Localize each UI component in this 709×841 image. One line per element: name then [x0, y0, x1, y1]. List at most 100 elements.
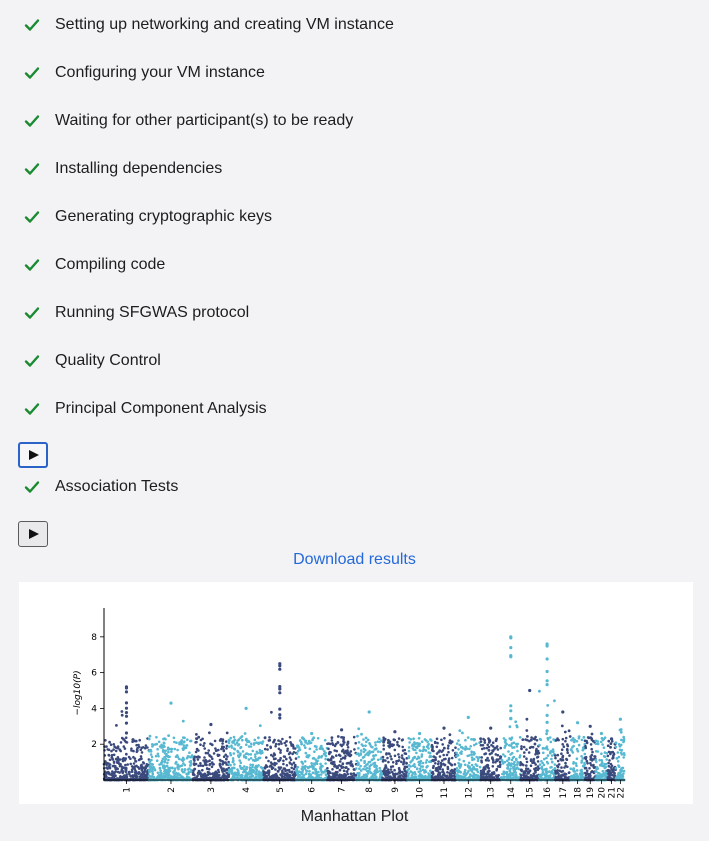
data-point: [361, 744, 365, 748]
data-point: [332, 756, 335, 759]
data-point: [156, 752, 160, 756]
data-point: [554, 754, 557, 757]
data-point: [439, 775, 443, 779]
data-point: [530, 738, 533, 742]
play-button-pca[interactable]: [18, 442, 48, 468]
data-point: [409, 761, 412, 764]
data-point: [190, 755, 193, 758]
data-point: [385, 769, 388, 773]
data-point: [266, 748, 269, 751]
data-point: [546, 704, 550, 707]
x-tick-label: 4: [242, 787, 252, 793]
data-point: [268, 736, 271, 739]
data-point: [475, 764, 479, 767]
data-point: [359, 749, 363, 752]
data-point: [386, 756, 389, 760]
data-point: [201, 768, 204, 772]
data-point: [548, 736, 552, 739]
data-point: [347, 775, 351, 779]
data-point: [181, 776, 184, 779]
data-point: [154, 754, 158, 758]
step-label: Installing dependencies: [55, 160, 223, 177]
data-point: [354, 741, 358, 745]
data-point: [311, 757, 315, 760]
data-point: [280, 774, 284, 777]
data-point: [327, 758, 331, 762]
data-point: [486, 743, 490, 747]
data-point: [378, 737, 381, 740]
data-point: [323, 738, 327, 742]
step-label: Compiling code: [55, 256, 166, 273]
data-point: [193, 759, 196, 762]
data-point: [450, 756, 454, 760]
data-point: [288, 736, 292, 739]
data-point: [542, 751, 545, 755]
play-button-association[interactable]: [18, 521, 48, 547]
data-point: [568, 735, 572, 738]
data-point: [168, 768, 171, 772]
data-point: [299, 771, 303, 774]
data-point: [307, 766, 310, 770]
data-point: [245, 752, 249, 755]
data-point: [278, 687, 282, 691]
data-point: [201, 764, 205, 768]
data-point: [357, 741, 361, 744]
data-point: [284, 744, 288, 747]
data-point: [281, 737, 284, 741]
data-point: [575, 757, 579, 760]
data-point: [213, 739, 217, 743]
data-point: [180, 769, 184, 772]
data-point: [486, 763, 490, 767]
data-point: [197, 764, 200, 768]
data-point: [121, 758, 124, 761]
data-point: [350, 772, 353, 776]
data-point: [147, 774, 151, 777]
data-point: [320, 755, 323, 759]
data-point: [282, 759, 285, 763]
data-point: [527, 772, 530, 775]
data-point: [621, 774, 624, 777]
data-point: [124, 763, 127, 767]
data-point: [564, 761, 567, 765]
data-point: [319, 773, 323, 776]
data-point: [359, 758, 363, 762]
data-point: [508, 774, 512, 778]
data-point: [227, 745, 231, 748]
data-point: [542, 763, 546, 767]
data-point: [607, 761, 610, 765]
data-point: [534, 753, 537, 756]
download-results-link[interactable]: Download results: [0, 551, 709, 569]
x-tick-label: 5: [276, 787, 286, 793]
data-point: [211, 775, 215, 779]
data-point: [538, 743, 541, 747]
data-point: [547, 774, 551, 778]
data-point: [434, 762, 437, 765]
data-point: [583, 742, 587, 746]
data-point: [419, 769, 423, 773]
data-point: [294, 757, 298, 760]
data-point: [505, 775, 509, 779]
data-point: [401, 749, 405, 752]
data-point: [295, 767, 298, 771]
data-point: [293, 747, 297, 750]
data-point: [400, 738, 404, 742]
data-point: [104, 773, 107, 776]
data-point: [195, 748, 199, 751]
data-point: [525, 757, 528, 760]
data-point: [263, 736, 267, 740]
data-point: [600, 773, 604, 776]
data-point: [158, 766, 162, 770]
data-point: [549, 766, 552, 769]
data-point: [611, 773, 614, 777]
data-point: [234, 743, 237, 746]
data-point: [339, 754, 342, 758]
data-point: [500, 776, 503, 779]
data-point: [420, 740, 424, 743]
data-point: [472, 765, 476, 769]
checkmark-icon: [24, 307, 40, 319]
x-tick-label: 1: [123, 787, 133, 793]
data-point: [589, 761, 592, 765]
data-point: [458, 758, 461, 761]
data-point: [285, 764, 289, 767]
data-point: [583, 752, 587, 756]
